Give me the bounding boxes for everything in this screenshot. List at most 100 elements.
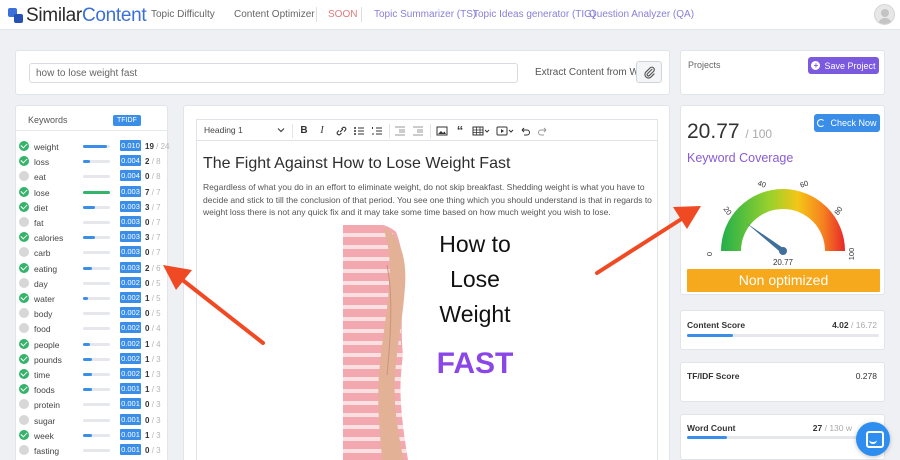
keyword-count-target: / 7 xyxy=(151,218,161,227)
keyword-row[interactable]: people 0.002 1 / 4 xyxy=(19,337,167,351)
keyword-term: water xyxy=(34,294,55,304)
document-title[interactable]: The Fight Against How to Lose Weight Fas… xyxy=(203,155,510,173)
keyword-count-current: 1 xyxy=(145,294,150,303)
keyword-row[interactable]: carb 0.003 0 / 7 xyxy=(19,245,167,259)
user-avatar[interactable] xyxy=(874,4,895,25)
keyword-tfidf-score: 0.001 xyxy=(120,398,141,410)
keyword-tfidf-score: 0.003 xyxy=(120,185,141,197)
coverage-score-value: 20.77 xyxy=(687,120,740,143)
keyword-tfidf-score: 0.003 xyxy=(120,200,141,212)
keyword-row[interactable]: weight 0.010 19 / 24 xyxy=(19,139,169,153)
keyword-usage-fill xyxy=(83,266,92,270)
keyword-row[interactable]: calories 0.003 3 / 7 xyxy=(19,230,167,244)
gauge-needle xyxy=(746,223,785,253)
keyword-row[interactable]: eat 0.004 0 / 8 xyxy=(19,169,167,183)
check-circle-icon xyxy=(19,232,29,243)
keyword-row[interactable]: pounds 0.002 1 / 3 xyxy=(19,352,167,366)
keyword-count-target: / 4 xyxy=(151,339,161,349)
quote-icon[interactable]: “ xyxy=(454,124,466,138)
keyword-row[interactable]: body 0.002 0 / 5 xyxy=(19,306,167,320)
person-photo xyxy=(343,225,438,460)
keyword-count: 2 / 6 xyxy=(145,264,161,273)
keyword-usage-bar xyxy=(83,251,110,255)
keyword-row[interactable]: fat 0.003 0 / 7 xyxy=(19,215,167,229)
keyword-row[interactable]: food 0.002 0 / 4 xyxy=(19,321,167,335)
check-now-button[interactable]: Check Now xyxy=(814,114,880,132)
keyword-term: eating xyxy=(34,263,58,274)
keyword-count: 0 / 8 xyxy=(145,172,161,181)
gauge-tick-label: 100 xyxy=(847,248,856,261)
check-circle-icon xyxy=(19,353,29,364)
heading-select[interactable]: Heading 1 xyxy=(204,125,243,135)
bold-icon[interactable]: B xyxy=(298,124,310,138)
nav-content-optimizer[interactable]: Content Optimizer xyxy=(234,9,315,20)
keyword-row[interactable]: time 0.002 1 / 3 xyxy=(19,367,167,381)
refresh-icon xyxy=(817,119,826,127)
keyword-row[interactable]: week 0.001 1 / 3 xyxy=(19,428,167,442)
app-logo[interactable]: SimilarContent xyxy=(8,5,147,27)
tfidf-score-value: 0.278 xyxy=(855,371,877,381)
nav-topic-ideas-generator[interactable]: Topic Ideas generator (TIG) xyxy=(473,9,595,20)
keyword-count-current: 2 xyxy=(145,263,150,273)
save-project-button[interactable]: + Save Project xyxy=(808,57,879,74)
tfidf-tab[interactable]: TFIDF xyxy=(113,115,141,126)
nav-question-analyzer[interactable]: Question Analyzer (QA) xyxy=(589,9,694,20)
chevron-down-icon[interactable] xyxy=(277,126,285,134)
image-icon[interactable] xyxy=(436,124,448,138)
keyword-row[interactable]: protein 0.001 0 / 3 xyxy=(19,397,167,411)
link-icon[interactable] xyxy=(335,124,347,138)
keyword-row[interactable]: sugar 0.001 0 / 3 xyxy=(19,413,167,427)
keyword-term: fasting xyxy=(34,446,60,456)
keyword-search-input[interactable] xyxy=(29,63,518,83)
keyword-row[interactable]: fasting 0.001 0 / 3 xyxy=(19,443,167,457)
outdent-icon[interactable] xyxy=(394,124,406,138)
numbered-list-icon[interactable] xyxy=(371,124,383,138)
keyword-coverage-title: Keyword Coverage xyxy=(687,151,794,165)
keyword-row[interactable]: loss 0.004 2 / 8 xyxy=(19,154,167,168)
document-paragraph[interactable]: Regardless of what you do in an effort t… xyxy=(203,181,652,219)
keyword-usage-bar xyxy=(83,418,110,422)
media-icon[interactable] xyxy=(496,124,514,138)
italic-icon[interactable]: I xyxy=(316,124,328,138)
keyword-usage-bar xyxy=(83,433,110,437)
gauge-hub xyxy=(779,247,787,255)
keyword-row[interactable]: day 0.002 0 / 5 xyxy=(19,276,167,290)
gauge-readout: 20.77 xyxy=(773,258,794,266)
keyword-term: eat xyxy=(34,172,46,183)
keyword-row[interactable]: diet 0.003 3 / 7 xyxy=(19,200,167,214)
keyword-usage-bar xyxy=(83,327,110,331)
paperclip-icon xyxy=(644,66,655,79)
chat-support-icon[interactable] xyxy=(856,422,890,456)
table-icon[interactable] xyxy=(472,124,490,138)
bullet-list-icon[interactable] xyxy=(353,124,365,138)
keyword-usage-bar xyxy=(83,175,110,179)
indent-icon[interactable] xyxy=(412,124,424,138)
projects-label: Projects xyxy=(688,60,721,70)
keyword-count-target: / 3 xyxy=(151,430,161,440)
nav-topic-difficulty[interactable]: Topic Difficulty xyxy=(151,9,215,20)
keyword-row[interactable]: water 0.002 1 / 5 xyxy=(19,291,167,305)
keyword-count-current: 1 xyxy=(145,354,150,364)
keywords-panel: Keywords TFIDF weight 0.010 19 / 24 loss 0.0… xyxy=(15,105,169,460)
keyword-count-target: / 4 xyxy=(151,324,161,334)
keyword-term: day xyxy=(34,278,48,289)
article-image[interactable]: How to Lose Weight FAST xyxy=(343,225,523,460)
keyword-usage-fill xyxy=(83,388,92,392)
keyword-usage-fill xyxy=(83,160,90,164)
keyword-row[interactable]: lose 0.003 7 / 7 xyxy=(19,185,167,199)
keyword-count-target: / 8 xyxy=(151,157,161,167)
redo-icon[interactable] xyxy=(537,124,549,138)
editor-content[interactable]: The Fight Against How to Lose Weight Fas… xyxy=(196,141,658,460)
extract-content-button[interactable] xyxy=(636,61,662,83)
undo-icon[interactable] xyxy=(519,124,531,138)
keyword-row[interactable]: eating 0.003 2 / 6 xyxy=(19,261,167,275)
keyword-usage-bar xyxy=(83,388,110,392)
keyword-usage-bar xyxy=(83,160,110,164)
content-score-progress xyxy=(687,334,879,337)
keyword-row[interactable]: foods 0.001 1 / 3 xyxy=(19,382,167,396)
nav-topic-summarizer[interactable]: Topic Summarizer (TS) xyxy=(374,9,476,20)
keyword-term: protein xyxy=(34,400,60,411)
keyword-count-current: 1 xyxy=(145,370,150,379)
keyword-term: foods xyxy=(34,385,55,396)
keyword-count-target: / 5 xyxy=(151,278,161,288)
